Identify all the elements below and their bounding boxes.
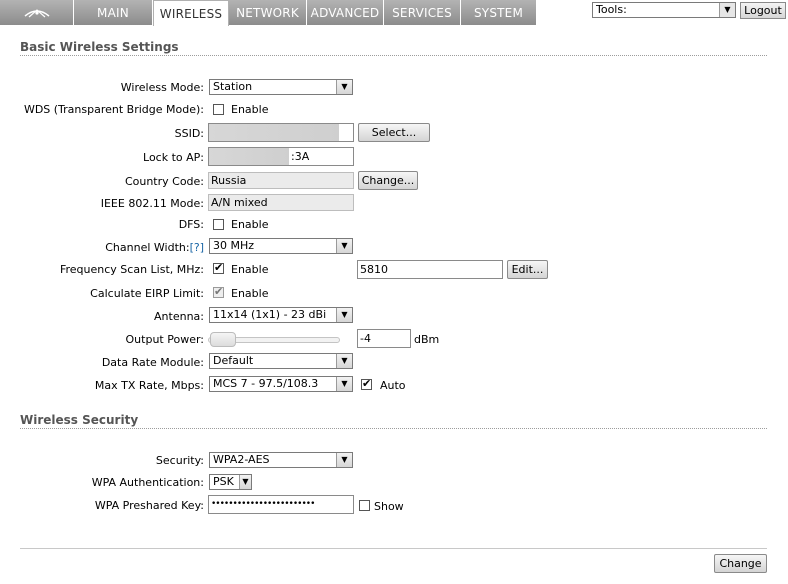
psk-show-label: Show (374, 500, 404, 513)
tab-network[interactable]: NETWORK (229, 0, 307, 25)
lock-to-ap-input[interactable]: :3A (208, 147, 354, 166)
chevron-down-icon: ▼ (336, 80, 352, 94)
wpa-auth-label: WPA Authentication: (91, 476, 204, 489)
freq-scan-label: Frequency Scan List, MHz: (59, 263, 204, 276)
channel-width-select[interactable]: 30 MHz ▼ (209, 238, 353, 254)
chevron-down-icon: ▼ (336, 308, 352, 322)
freq-scan-checkbox[interactable] (213, 261, 224, 274)
data-rate-module-select[interactable]: Default ▼ (209, 353, 353, 369)
dfs-label: DFS: (178, 218, 204, 231)
wpa-psk-input[interactable]: •••••••••••••••••••••••• (208, 495, 354, 514)
country-code-field: Russia (208, 172, 354, 189)
ieee-mode-label: IEEE 802.11 Mode: (100, 197, 204, 210)
output-power-label: Output Power: (125, 333, 204, 346)
output-power-unit: dBm (414, 333, 440, 346)
chevron-down-icon: ▼ (336, 377, 352, 391)
lock-to-ap-value: :3A (291, 150, 310, 163)
eirp-checkbox[interactable] (213, 285, 224, 298)
redacted-area (209, 148, 289, 165)
eirp-enable-label: Enable (231, 287, 269, 300)
country-code-label: Country Code: (124, 175, 204, 188)
tab-main[interactable]: MAIN (74, 0, 153, 25)
tools-select-value: Tools: (596, 3, 627, 16)
footer-divider (20, 548, 767, 549)
divider (20, 428, 767, 429)
wpa-psk-label: WPA Preshared Key: (94, 499, 204, 512)
wireless-mode-select[interactable]: Station ▼ (209, 79, 353, 95)
divider (20, 55, 767, 56)
antenna-select[interactable]: 11x14 (1x1) - 23 dBi ▼ (209, 307, 353, 323)
security-select[interactable]: WPA2-AES ▼ (209, 452, 353, 468)
antenna-label: Antenna: (154, 310, 204, 323)
freq-scan-list-input[interactable]: 5810 (357, 260, 503, 279)
wds-enable-label: Enable (231, 103, 269, 116)
freq-scan-enable-label: Enable (231, 263, 269, 276)
wpa-auth-value: PSK (213, 475, 234, 488)
wds-checkbox[interactable] (213, 104, 224, 115)
security-value: WPA2-AES (213, 453, 270, 466)
channel-width-help-link[interactable]: [?] (190, 241, 204, 254)
max-tx-rate-select[interactable]: MCS 7 - 97.5/108.3 ▼ (209, 376, 353, 392)
wds-label: WDS (Transparent Bridge Mode): (23, 103, 204, 116)
max-tx-rate-value: MCS 7 - 97.5/108.3 (213, 377, 319, 390)
output-power-slider-handle[interactable] (210, 332, 236, 347)
tab-wireless[interactable]: WIRELESS (153, 0, 229, 26)
chevron-down-icon: ▼ (719, 3, 735, 17)
lock-to-ap-label: Lock to AP: (143, 151, 204, 164)
chevron-down-icon: ▼ (336, 453, 352, 467)
tools-select[interactable]: Tools: ▼ (592, 2, 736, 18)
dfs-checkbox[interactable] (213, 219, 224, 230)
antenna-value: 11x14 (1x1) - 23 dBi (213, 308, 327, 321)
wpa-auth-select[interactable]: PSK ▼ (209, 474, 252, 490)
section-title-wireless-security: Wireless Security (20, 413, 139, 427)
ssid-label: SSID: (174, 127, 204, 140)
data-rate-module-label: Data Rate Module: (101, 356, 204, 369)
max-tx-auto-label: Auto (380, 379, 406, 392)
channel-width-value: 30 MHz (213, 239, 255, 252)
data-rate-module-value: Default (213, 354, 254, 367)
ieee-mode-field: A/N mixed (208, 194, 354, 211)
wireless-mode-value: Station (213, 80, 253, 93)
chevron-down-icon: ▼ (336, 239, 352, 253)
output-power-input[interactable]: -4 (357, 329, 411, 348)
tab-services[interactable]: SERVICES (384, 0, 461, 25)
eirp-label: Calculate EIRP Limit: (90, 287, 204, 300)
chevron-down-icon: ▼ (239, 475, 251, 489)
change-button[interactable]: Change (714, 554, 767, 573)
max-tx-auto-checkbox[interactable] (361, 377, 372, 390)
redacted-area (209, 124, 339, 141)
section-title-basic-wireless: Basic Wireless Settings (20, 40, 179, 54)
ssid-input[interactable] (208, 123, 354, 142)
ssid-select-button[interactable]: Select... (358, 123, 430, 142)
top-navigation-bar: MAIN WIRELESS NETWORK ADVANCED SERVICES … (0, 0, 788, 26)
chevron-down-icon: ▼ (336, 354, 352, 368)
logout-button[interactable]: Logout (740, 2, 786, 19)
ubiquiti-logo-icon[interactable] (0, 0, 74, 25)
security-label: Security: (155, 454, 204, 467)
wireless-mode-label: Wireless Mode: (120, 81, 204, 94)
freq-scan-edit-button[interactable]: Edit... (507, 260, 548, 279)
channel-width-label: Channel Width:[?] (105, 241, 204, 254)
tab-system[interactable]: SYSTEM (461, 0, 537, 25)
country-code-change-button[interactable]: Change... (358, 171, 418, 190)
dfs-enable-label: Enable (231, 218, 269, 231)
psk-show-checkbox[interactable] (359, 500, 370, 511)
max-tx-rate-label: Max TX Rate, Mbps: (94, 379, 204, 392)
tab-advanced[interactable]: ADVANCED (307, 0, 384, 25)
